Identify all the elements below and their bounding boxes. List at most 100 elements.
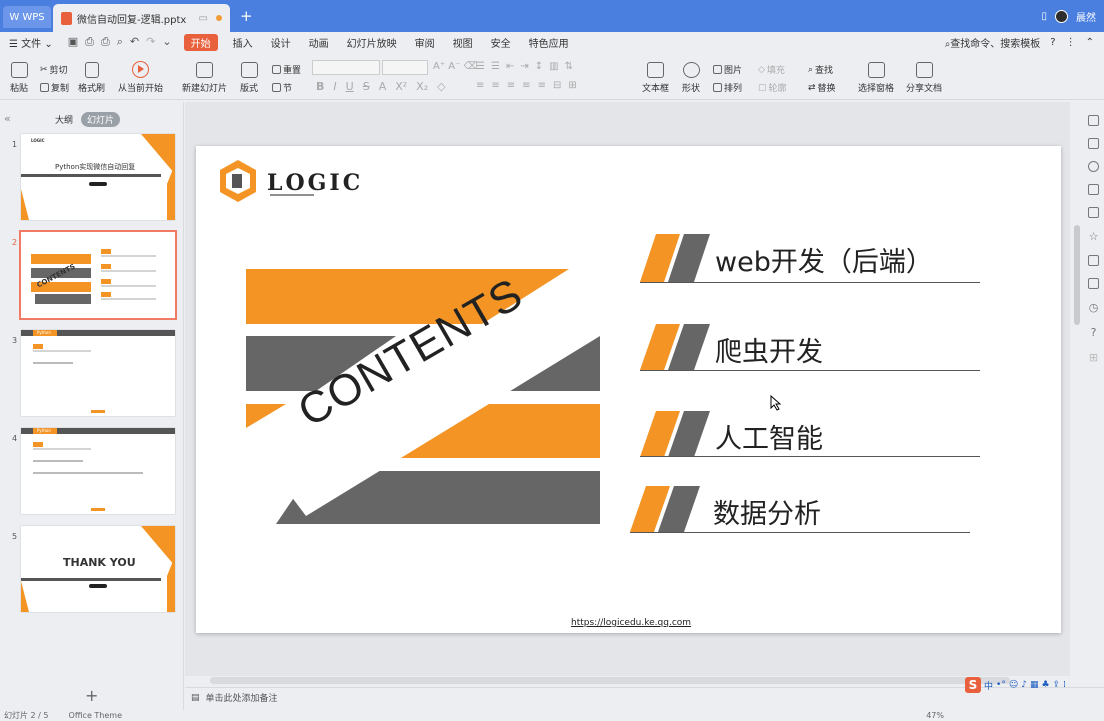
vertical-scroll-thumb[interactable] bbox=[1074, 225, 1080, 325]
horizontal-scroll-thumb[interactable] bbox=[210, 677, 1010, 684]
command-search[interactable]: ⌕查找命令、搜索模板 bbox=[945, 35, 1041, 50]
text-dir-icon[interactable]: ⇅ bbox=[565, 61, 573, 72]
slide-thumb-5[interactable]: THANK YOU bbox=[21, 526, 175, 612]
align-right-icon[interactable]: ≡ bbox=[507, 80, 515, 91]
screen-icon[interactable]: ▭ bbox=[199, 13, 208, 24]
shape-effects-icon[interactable] bbox=[1088, 161, 1099, 172]
undo-icon[interactable]: ↶ bbox=[130, 35, 139, 49]
ime-menu-icon[interactable]: ⁞ bbox=[1063, 680, 1066, 690]
ime-punct-icon[interactable]: •° bbox=[996, 680, 1006, 690]
backup-icon[interactable] bbox=[1088, 255, 1099, 266]
smartart-icon[interactable]: ⊞ bbox=[568, 80, 576, 91]
zoom-level[interactable]: 47% bbox=[926, 711, 944, 720]
copy-button[interactable]: 复制 bbox=[40, 81, 69, 94]
menu-tab-special[interactable]: 特色应用 bbox=[520, 35, 578, 50]
clear-format-icon[interactable]: ◇ bbox=[437, 80, 445, 93]
align-center-icon[interactable]: ≡ bbox=[491, 80, 499, 91]
collapse-panel-icon[interactable]: « bbox=[4, 112, 11, 125]
select-pane-button[interactable]: 选择窗格 bbox=[858, 62, 894, 94]
help-side-icon[interactable]: ? bbox=[1091, 326, 1097, 339]
shape-button[interactable]: 形状 bbox=[682, 62, 700, 94]
italic-icon[interactable]: I bbox=[333, 80, 336, 93]
align-text-icon[interactable]: ⊟ bbox=[553, 80, 561, 91]
share-button[interactable]: 分享文档 bbox=[906, 62, 942, 94]
outline-tab[interactable]: 大纲 bbox=[55, 113, 73, 126]
underline-icon[interactable]: U bbox=[346, 80, 354, 93]
add-slide-button[interactable]: + bbox=[85, 686, 98, 705]
columns-icon[interactable]: ▥ bbox=[549, 61, 558, 72]
open-icon[interactable]: ⎙ bbox=[85, 35, 94, 49]
paste-button[interactable]: 粘贴 bbox=[10, 62, 28, 94]
outline-button[interactable]: ▢ 轮廓 bbox=[758, 81, 787, 95]
document-tab[interactable]: 微信自动回复-逻辑.pptx ▭ bbox=[53, 4, 230, 32]
ime-skin-icon[interactable]: ♣ bbox=[1041, 680, 1049, 690]
replace-button[interactable]: ⇄ 替换 bbox=[808, 81, 836, 95]
more-icon[interactable]: ⌄ bbox=[162, 35, 171, 49]
reset-button[interactable]: 重置 bbox=[272, 63, 301, 76]
format-painter-button[interactable]: 格式刷 bbox=[78, 62, 105, 94]
current-slide[interactable]: LOGIC CONTENTS web开发（后端） 爬虫开发 人工智能 数据分析 … bbox=[196, 146, 1061, 633]
unsaved-dot-icon[interactable] bbox=[216, 15, 222, 21]
ime-keyboard-icon[interactable]: ▦ bbox=[1030, 680, 1039, 690]
superscript-icon[interactable]: X² bbox=[395, 80, 407, 93]
ime-mic-icon[interactable]: ♪ bbox=[1021, 680, 1027, 690]
help-icon[interactable]: ? bbox=[1050, 37, 1055, 48]
slide-thumb-3[interactable]: Python bbox=[21, 330, 175, 416]
font-size-select[interactable] bbox=[382, 60, 428, 75]
font-grow-icon[interactable]: A⁺ A⁻ ⌫ bbox=[433, 61, 478, 72]
indent-dec-icon[interactable]: ⇤ bbox=[506, 61, 514, 72]
menu-tab-security[interactable]: 安全 bbox=[482, 35, 520, 50]
bold-icon[interactable]: B bbox=[316, 80, 324, 93]
slide-thumb-1[interactable]: Python实现微信自动回复 LOGIC bbox=[21, 134, 175, 220]
menu-tab-slideshow[interactable]: 幻灯片放映 bbox=[338, 35, 406, 50]
cut-button[interactable]: ✂ 剪切 bbox=[40, 63, 68, 77]
strike-icon[interactable]: S bbox=[363, 80, 370, 93]
layout-button[interactable]: 版式 bbox=[240, 62, 258, 94]
numbering-icon[interactable]: ☰ bbox=[491, 61, 500, 72]
new-tab-button[interactable]: + bbox=[240, 7, 253, 25]
window-mode-icon[interactable]: ▯ bbox=[1041, 11, 1047, 22]
menu-tab-review[interactable]: 审阅 bbox=[406, 35, 444, 50]
find-button[interactable]: ⌕ 查找 bbox=[808, 63, 833, 77]
subscript-icon[interactable]: X₂ bbox=[416, 80, 428, 93]
bullets-icon[interactable]: ☰ bbox=[476, 61, 485, 72]
slide-thumb-2[interactable]: CONTENTS bbox=[19, 230, 177, 320]
wps-home-tab[interactable]: W WPS bbox=[3, 6, 51, 28]
distribute-icon[interactable]: ≡ bbox=[538, 80, 546, 91]
align-left-icon[interactable]: ≡ bbox=[476, 80, 484, 91]
settings-icon[interactable] bbox=[1088, 184, 1099, 195]
ime-emoji-icon[interactable]: ☺ bbox=[1009, 680, 1018, 690]
apps-icon[interactable]: ⊞ bbox=[1089, 351, 1098, 364]
notes-placeholder[interactable]: 单击此处添加备注 bbox=[206, 691, 278, 704]
menu-tab-animation[interactable]: 动画 bbox=[300, 35, 338, 50]
more-options-icon[interactable]: ⋮ bbox=[1066, 37, 1076, 48]
slide-url-link[interactable]: https://logicedu.ke.qq.com bbox=[571, 618, 691, 628]
textbox-button[interactable]: 文本框 bbox=[642, 62, 669, 94]
slides-tab[interactable]: 幻灯片 bbox=[81, 112, 121, 127]
save-icon[interactable]: ▣ bbox=[68, 35, 78, 49]
user-name[interactable]: 晨然 bbox=[1076, 9, 1096, 24]
sogou-icon[interactable]: S bbox=[965, 677, 981, 693]
animation-icon[interactable] bbox=[1088, 138, 1099, 149]
ime-chinese-icon[interactable]: 中 bbox=[984, 679, 993, 692]
font-family-select[interactable] bbox=[312, 60, 380, 75]
print-icon[interactable]: ⎙ bbox=[101, 35, 110, 49]
picture-button[interactable]: 图片 bbox=[713, 63, 742, 76]
fill-button[interactable]: ◇ 填充 bbox=[758, 63, 785, 77]
line-spacing-icon[interactable]: ↕ bbox=[535, 61, 543, 72]
redo-icon[interactable]: ↷ bbox=[146, 35, 155, 49]
horizontal-scrollbar[interactable] bbox=[190, 676, 1070, 685]
picture-tools-icon[interactable] bbox=[1088, 207, 1099, 218]
new-slide-button[interactable]: 新建幻灯片 bbox=[182, 62, 227, 94]
preview-icon[interactable]: ⌕ bbox=[117, 35, 123, 49]
slide-thumb-4[interactable]: Python bbox=[21, 428, 175, 514]
share-side-icon[interactable] bbox=[1088, 278, 1099, 289]
indent-inc-icon[interactable]: ⇥ bbox=[520, 61, 528, 72]
font-color-icon[interactable]: A bbox=[379, 80, 387, 93]
menu-tab-insert[interactable]: 插入 bbox=[224, 35, 262, 50]
menu-tab-view[interactable]: 视图 bbox=[444, 35, 482, 50]
menu-tab-home[interactable]: 开始 bbox=[183, 33, 218, 51]
vertical-scrollbar[interactable] bbox=[1072, 110, 1082, 680]
section-button[interactable]: 节 bbox=[272, 81, 292, 94]
property-icon[interactable] bbox=[1088, 115, 1099, 126]
